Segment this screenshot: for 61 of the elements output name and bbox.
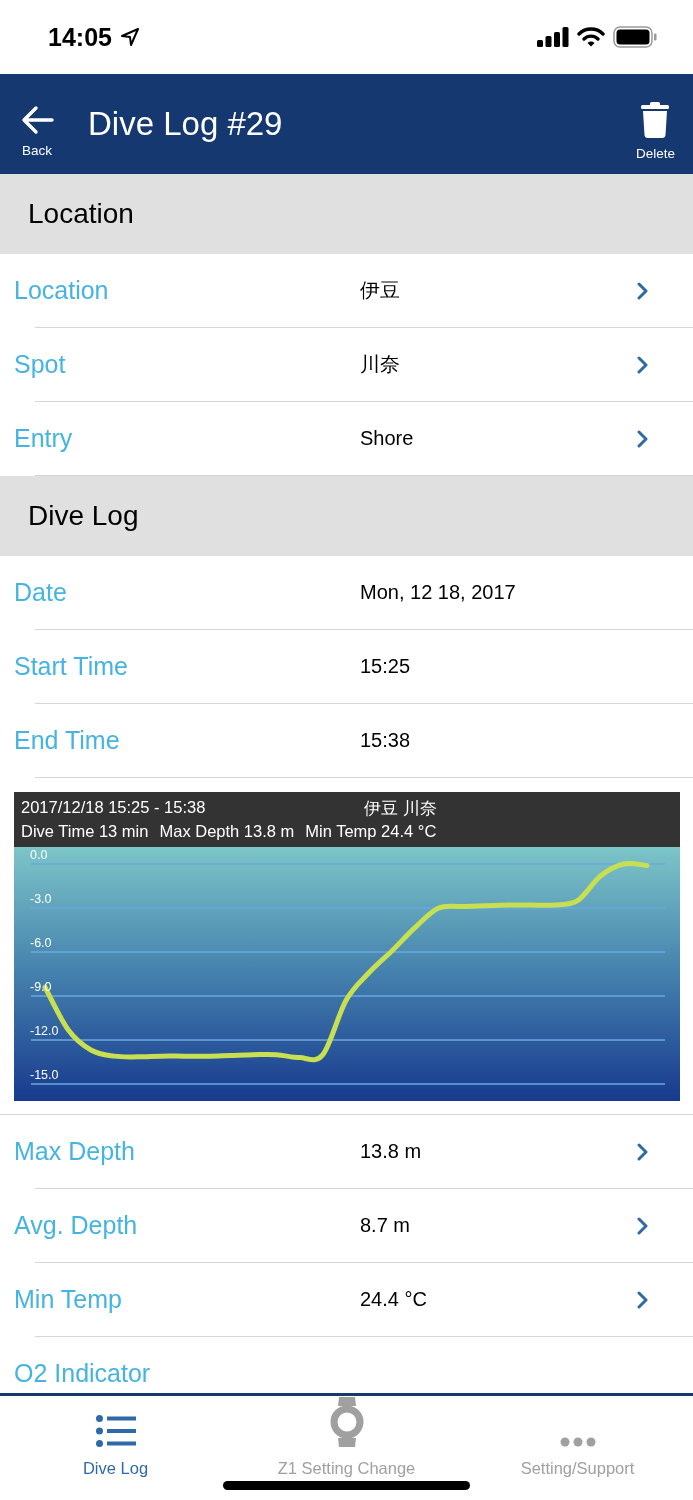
chevron-icon — [637, 1217, 649, 1235]
row-label: Location — [14, 276, 110, 305]
list-row[interactable]: Date Mon, 12 18, 2017 — [0, 556, 693, 629]
dive-stat: Min Temp 24.4 °C — [305, 822, 437, 841]
list-row[interactable]: Spot 川奈 — [0, 328, 693, 401]
row-value: 15:38 — [360, 729, 411, 752]
row-label: Start Time — [14, 652, 129, 681]
list-row[interactable]: Avg. Depth 8.7 m — [0, 1189, 693, 1262]
list-row[interactable]: Start Time 15:25 — [0, 630, 693, 703]
y-tick-label: -15.0 — [30, 1068, 59, 1082]
y-tick-label: -9.0 — [30, 980, 52, 994]
signal-icon — [537, 27, 569, 47]
row-label: O2 Indicator — [14, 1359, 152, 1388]
chevron-icon — [637, 430, 649, 448]
row-label: Avg. Depth — [14, 1211, 139, 1240]
y-tick-label: -3.0 — [30, 892, 52, 906]
section-title: Dive Log — [28, 500, 139, 532]
chevron-icon — [637, 356, 649, 374]
row-label: Max Depth — [14, 1137, 136, 1166]
dive-period: 2017/12/18 15:25 - 15:38 — [21, 798, 207, 818]
more-icon — [559, 1437, 596, 1447]
tab[interactable]: Dive Log — [0, 1396, 231, 1500]
row-value: 川奈 — [360, 352, 400, 377]
y-tick-label: -12.0 — [30, 1024, 59, 1038]
row-value: 8.7 m — [360, 1214, 411, 1237]
row-label: End Time — [14, 726, 121, 755]
delete-button[interactable]: Delete — [635, 101, 675, 161]
wifi-icon — [577, 27, 605, 47]
row-label: Spot — [14, 350, 67, 379]
list-row[interactable]: Entry Shore — [0, 402, 693, 475]
dive-stat: Dive Time 13 min — [21, 822, 149, 841]
row-value: Shore — [360, 427, 414, 450]
back-arrow-icon — [20, 104, 54, 135]
dive-place: 伊豆 川奈 — [364, 798, 437, 819]
row-value: Mon, 12 18, 2017 — [360, 581, 516, 604]
chevron-icon — [637, 282, 649, 300]
list-row[interactable]: End Time 15:38 — [0, 704, 693, 777]
row-label: Entry — [14, 424, 74, 453]
back-button[interactable]: Back — [20, 104, 54, 158]
y-tick-label: 0.0 — [30, 848, 48, 862]
list-icon — [95, 1415, 136, 1447]
list-row[interactable]: Min Temp 24.4 °C — [0, 1263, 693, 1336]
watch-icon — [329, 1397, 364, 1447]
y-tick-label: -6.0 — [30, 936, 52, 950]
chevron-icon — [637, 1143, 649, 1161]
row-value: 24.4 °C — [360, 1288, 427, 1311]
row-label: Min Temp — [14, 1285, 123, 1314]
screen-title: Dive Log #29 — [88, 105, 284, 143]
row-value: 13.8 m — [360, 1140, 422, 1163]
row-value: 15:25 — [360, 655, 411, 678]
status-time: 14:05 — [48, 22, 112, 52]
location-arrow-icon — [119, 27, 140, 47]
row-label: Date — [14, 578, 68, 607]
dive-stat: Max Depth 13.8 m — [159, 822, 295, 841]
trash-icon — [641, 101, 670, 138]
list-row[interactable]: Location 伊豆 — [0, 254, 693, 327]
battery-icon — [613, 26, 657, 48]
chevron-icon — [637, 1291, 649, 1309]
section-title: Location — [28, 198, 134, 230]
list-row[interactable]: Max Depth 13.8 m — [0, 1115, 693, 1188]
row-value: 伊豆 — [360, 278, 400, 303]
